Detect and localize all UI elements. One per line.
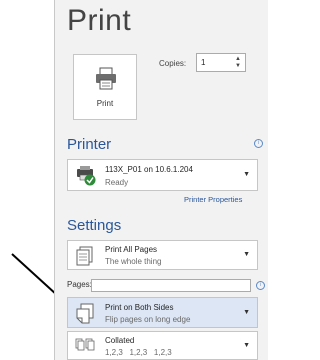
chevron-down-icon: ▼ — [243, 171, 250, 178]
pages-icon — [76, 246, 93, 266]
print-button[interactable]: Print — [73, 54, 137, 120]
printer-heading: Printer — [67, 136, 112, 153]
printer-status: Ready — [105, 178, 129, 187]
duplex-dropdown[interactable]: Print on Both Sides Flip pages on long e… — [67, 297, 258, 328]
collated-icon — [75, 338, 95, 351]
print-range-dropdown[interactable]: Print All Pages The whole thing ▼ — [67, 240, 258, 270]
chevron-down-icon: ▼ — [243, 309, 250, 316]
collation-main: Collated — [105, 336, 135, 345]
print-range-main: Print All Pages — [105, 245, 158, 254]
info-icon[interactable]: i — [254, 139, 263, 148]
chevron-down-icon: ▼ — [243, 342, 250, 349]
duplex-sub: Flip pages on long edge — [105, 315, 191, 324]
copies-stepper[interactable]: 1 ▲ ▼ — [196, 53, 246, 72]
print-panel: Print Print Copies: 1 ▲ ▼ Printer i 113X… — [54, 0, 268, 360]
copies-label: Copies: — [159, 59, 187, 68]
collation-sub: 1,2,3 1,2,3 1,2,3 — [105, 348, 172, 357]
printer-properties-link[interactable]: Printer Properties — [184, 195, 242, 204]
chevron-down-icon: ▼ — [243, 251, 250, 258]
decrement-button[interactable]: ▼ — [234, 63, 242, 70]
printer-icon — [96, 67, 116, 90]
info-icon[interactable]: i — [256, 281, 265, 290]
print-range-sub: The whole thing — [105, 257, 162, 266]
duplex-main: Print on Both Sides — [105, 303, 174, 312]
page-title: Print — [67, 4, 132, 37]
printer-ready-icon — [77, 166, 96, 186]
printer-name: 113X_P01 on 10.6.1.204 — [105, 165, 193, 174]
print-button-label: Print — [96, 99, 114, 108]
duplex-icon — [76, 303, 94, 324]
printer-dropdown[interactable]: 113X_P01 on 10.6.1.204 Ready ▼ — [67, 159, 258, 191]
pages-label: Pages: — [67, 280, 92, 289]
settings-heading: Settings — [67, 217, 122, 234]
pages-input[interactable] — [91, 279, 251, 292]
increment-button[interactable]: ▲ — [234, 56, 242, 63]
collation-dropdown[interactable]: Collated 1,2,3 1,2,3 1,2,3 ▼ — [67, 331, 258, 360]
copies-value: 1 — [201, 58, 206, 67]
